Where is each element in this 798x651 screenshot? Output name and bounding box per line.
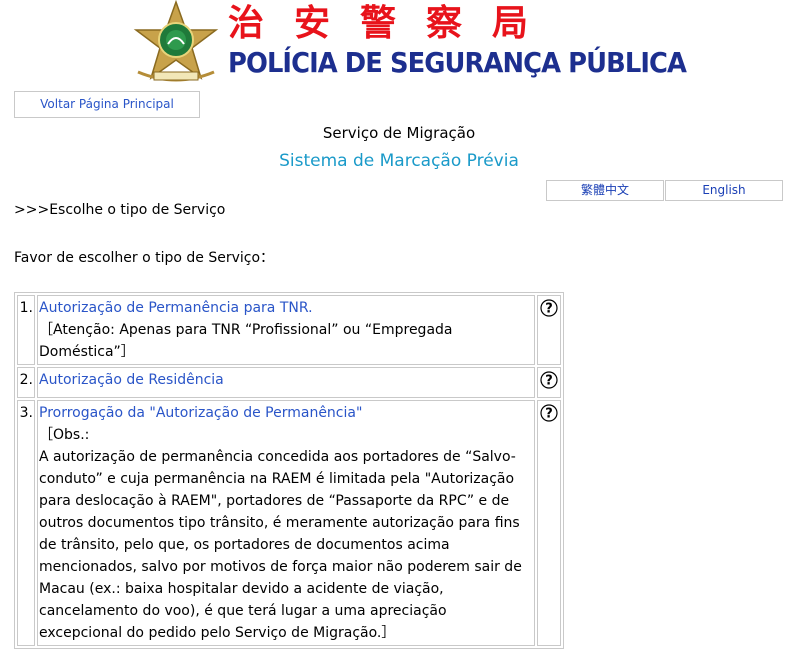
step-breadcrumb: >>>Escolhe o tipo de Serviço (14, 202, 226, 218)
language-english-button[interactable]: English (665, 180, 783, 201)
service-table: 1. Autorização de Permanência para TNR. … (14, 292, 564, 649)
svg-text:?: ? (545, 302, 553, 317)
service-cell: Autorização de Permanência para TNR. ［At… (37, 295, 535, 365)
table-row: 2. Autorização de Residência ? (17, 367, 561, 398)
help-question-icon[interactable]: ? (540, 371, 558, 389)
portuguese-title: POLÍCIA DE SEGURANÇA PÚBLICA (228, 46, 687, 79)
table-row: 3. Prorrogação da "Autorização de Perman… (17, 400, 561, 646)
service-link-residence[interactable]: Autorização de Residência (39, 372, 224, 388)
service-number: 1. (17, 295, 35, 365)
service-cell: Autorização de Residência (37, 367, 535, 398)
help-cell: ? (537, 295, 561, 365)
service-link-extension[interactable]: Prorrogação da "Autorização de Permanênc… (39, 405, 362, 421)
service-note-prefix: ［Obs.: (39, 427, 90, 443)
service-number: 2. (17, 367, 35, 398)
psp-emblem-icon (133, 0, 219, 82)
service-link-tnr[interactable]: Autorização de Permanência para TNR. (39, 300, 313, 316)
svg-text:?: ? (545, 374, 553, 389)
service-number: 3. (17, 400, 35, 646)
system-name: Sistema de Marcação Prévia (279, 151, 519, 171)
help-cell: ? (537, 367, 561, 398)
home-button[interactable]: Voltar Página Principal (14, 91, 200, 118)
instruction-text: Favor de escolher o tipo de Serviço： (14, 250, 275, 266)
svg-text:?: ? (545, 407, 553, 422)
help-question-icon[interactable]: ? (540, 299, 558, 317)
service-note: A autorização de permanência concedida a… (39, 449, 522, 641)
service-name: Serviço de Migração (322, 124, 476, 142)
service-cell: Prorrogação da "Autorização de Permanênc… (37, 400, 535, 646)
service-note: ［Atenção: Apenas para TNR “Profissional”… (39, 322, 453, 360)
table-row: 1. Autorização de Permanência para TNR. … (17, 295, 561, 365)
help-question-icon[interactable]: ? (540, 404, 558, 422)
chinese-title: 治安警察局 (228, 2, 559, 44)
help-cell: ? (537, 400, 561, 646)
header-logo: 治安警察局 POLÍCIA DE SEGURANÇA PÚBLICA (128, 0, 687, 88)
language-chinese-button[interactable]: 繁體中文 (546, 180, 664, 201)
